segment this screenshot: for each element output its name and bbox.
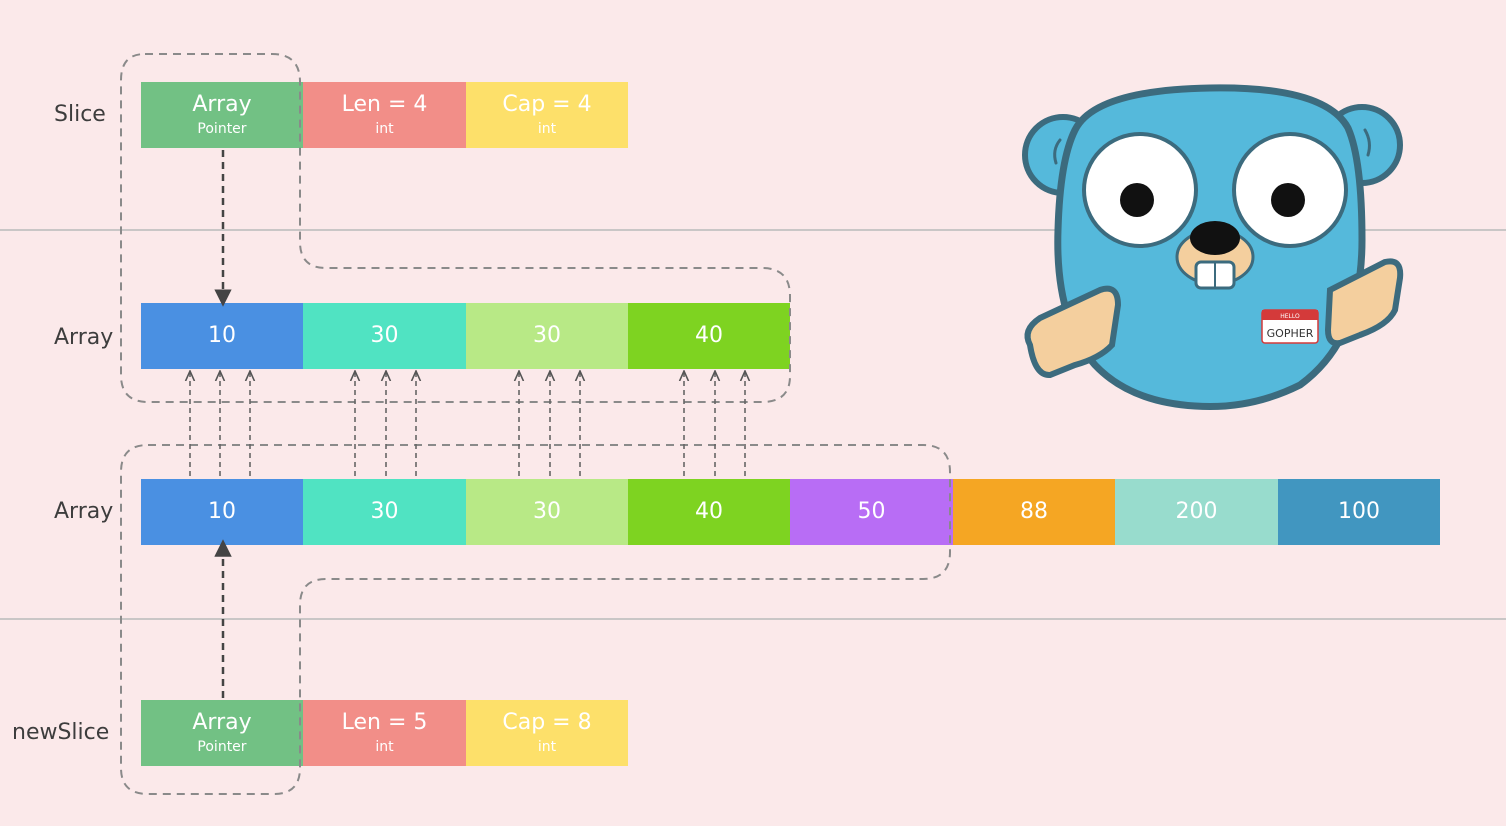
array-top-cell-1: 30 [303,303,466,369]
slice-cap-type: int [537,120,557,137]
gopher-left-pupil [1120,183,1154,217]
gopher-body [1054,84,1366,410]
gopher-right-ear [1321,104,1403,186]
slice-cap-field: Cap = 4 int [466,82,628,148]
slice-len-type: int [375,120,394,137]
gopher-teeth [1194,260,1236,290]
array-bottom-cell-0: 10 [141,479,303,545]
new-slice-len-type: int [375,738,394,755]
gopher-nose [1190,221,1240,255]
array-bottom-cell-1: 30 [303,479,466,545]
slice-pointer-type: Pointer [197,120,247,137]
array-bottom-value-6: 200 [1175,498,1218,524]
section-divider-top [0,229,1506,231]
array-bottom-value-3: 40 [695,498,723,524]
array-top-label: Array [54,325,114,350]
gopher-right-pupil [1271,183,1305,217]
array-bottom-cell-7: 100 [1278,479,1440,545]
new-slice-cap-title: Cap = 8 [502,709,592,735]
badge-name-text: GOPHER [1267,327,1314,340]
array-top-value-1: 30 [370,322,399,348]
array-bottom-cell-3: 40 [628,479,790,545]
gopher-mascot: HELLO GOPHER [1022,84,1404,410]
new-slice-pointer-type: Pointer [197,738,247,755]
array-bottom-value-0: 10 [208,498,236,524]
slice-pointer-field: Array Pointer [141,82,303,148]
slice-cap-title: Cap = 4 [502,91,592,117]
array-bottom-label: Array [54,499,114,524]
section-divider-bottom [0,618,1506,620]
new-slice-len-field: Len = 5 int [303,700,466,766]
array-top-value-3: 40 [695,322,723,348]
array-bottom-cell-6: 200 [1115,479,1278,545]
gopher-left-arm [1024,285,1122,378]
array-bottom-value-4: 50 [857,498,886,524]
badge-hello-text: HELLO [1280,313,1300,320]
new-slice-pointer-title: Array [192,709,252,735]
slice-len-title: Len = 4 [341,91,428,117]
gopher-left-ear [1022,114,1104,196]
new-slice-cap-type: int [537,738,557,755]
array-bottom-value-2: 30 [533,498,561,524]
array-top-cell-2: 30 [466,303,628,369]
array-top-value-0: 10 [208,322,236,348]
new-slice-pointer-field: Array Pointer [141,700,303,766]
slice-pointer-title: Array [192,91,252,117]
copy-arrows [190,371,745,476]
array-bottom-cell-2: 30 [466,479,628,545]
array-bottom-cell-5: 88 [953,479,1115,545]
array-top-cell-3: 40 [628,303,790,369]
new-slice-label: newSlice [12,720,110,745]
array-bottom-value-7: 100 [1338,498,1380,524]
new-slice-cap-field: Cap = 8 int [466,700,628,766]
gopher-snout [1175,228,1255,286]
slice-len-field: Len = 4 int [303,82,466,148]
array-bottom-value-5: 88 [1020,498,1048,524]
array-bottom-value-1: 30 [370,498,399,524]
array-top-cell-0: 10 [141,303,303,369]
gopher-right-arm [1324,258,1404,347]
slice-label: Slice [54,102,106,127]
gopher-name-badge: HELLO GOPHER [1261,309,1319,344]
array-top-value-2: 30 [533,322,561,348]
array-bottom-cell-4: 50 [790,479,953,545]
new-slice-len-title: Len = 5 [341,709,428,735]
